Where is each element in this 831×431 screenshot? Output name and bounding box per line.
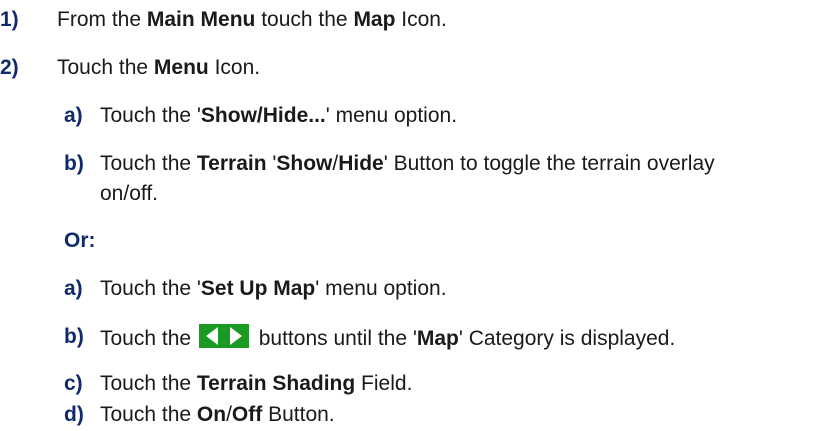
instruction-document: 1) From the Main Menu touch the Map Icon… <box>0 0 831 431</box>
text-run: Field. <box>355 372 413 395</box>
text-run: Button. <box>262 403 335 426</box>
text-run: ' menu option. <box>325 104 458 127</box>
text-run-bold: Terrain Shading <box>196 372 356 395</box>
substep-b-text-line2: on/off. <box>100 182 158 205</box>
text-run: buttons until the ' <box>252 327 417 350</box>
step-1-text: From the Main Menu touch the Map Icon. <box>57 7 447 33</box>
text-run-bold: Hide <box>338 152 384 175</box>
substep-d-text: Touch the On/Off Button. <box>100 402 335 428</box>
left-right-arrow-buttons-icon <box>198 324 249 348</box>
text-run: From the <box>57 8 147 31</box>
text-run-bold: Main Menu <box>146 8 256 31</box>
substep-b-text-line1: Touch the Terrain 'Show/Hide' Button to … <box>100 151 715 177</box>
text-run: ' menu option. <box>315 277 447 300</box>
text-run-bold: Show/Hide... <box>200 104 326 127</box>
substep-b-marker: b) <box>64 325 84 348</box>
text-run-bold: Map <box>416 327 459 350</box>
substep-b-marker: b) <box>64 152 84 175</box>
text-run: Touch the <box>100 403 197 426</box>
text-run: Touch the <box>100 152 197 175</box>
text-run: Icon. <box>395 8 447 31</box>
text-run-bold: Show <box>276 152 333 175</box>
text-run: Touch the <box>100 327 197 350</box>
text-run-bold: Off <box>231 403 263 426</box>
step-2-marker: 2) <box>0 56 19 79</box>
text-run: touch the <box>255 8 354 31</box>
substep-b-text: Touch the buttons until the 'Map' Catego… <box>100 324 675 352</box>
substep-a-marker: a) <box>64 277 83 300</box>
text-run: Touch the ' <box>100 104 201 127</box>
substep-c-marker: c) <box>64 372 83 395</box>
text-run-bold: Terrain <box>196 152 267 175</box>
text-run-bold: Map <box>353 8 396 31</box>
text-run: Touch the ' <box>100 277 201 300</box>
text-run-bold: On <box>196 403 227 426</box>
text-run: ' Button to toggle the terrain overlay <box>383 152 715 175</box>
step-2-text: Touch the Menu Icon. <box>57 55 260 81</box>
text-run: ' Category is displayed. <box>458 327 676 350</box>
substep-a-text: Touch the 'Set Up Map' menu option. <box>100 276 447 302</box>
or-label: Or: <box>64 229 96 252</box>
text-run: ' <box>266 152 277 175</box>
step-1-marker: 1) <box>0 8 19 31</box>
text-run: Touch the <box>100 372 197 395</box>
text-run: Touch the <box>57 56 154 79</box>
substep-d-marker: d) <box>64 403 84 426</box>
substep-a-marker: a) <box>64 104 83 127</box>
substep-c-text: Touch the Terrain Shading Field. <box>100 371 412 397</box>
text-run-bold: Menu <box>153 56 209 79</box>
substep-a-text: Touch the 'Show/Hide...' menu option. <box>100 103 457 129</box>
text-run-bold: Set Up Map <box>200 277 316 300</box>
text-run: Icon. <box>208 56 261 79</box>
